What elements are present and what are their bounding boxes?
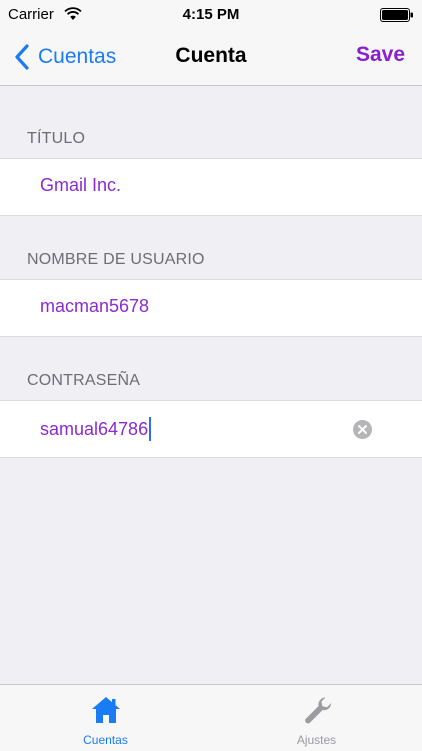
password-field[interactable]: samual64786 (0, 400, 422, 458)
password-field-value-wrap: samual64786 (40, 417, 152, 441)
status-time: 4:15 PM (182, 6, 240, 23)
clear-text-icon[interactable] (353, 420, 372, 439)
text-cursor (149, 417, 152, 441)
home-icon (91, 697, 120, 723)
title-field-value: Gmail Inc. (40, 175, 122, 195)
save-button[interactable]: Save (356, 43, 405, 67)
tab-cuentas[interactable]: Cuentas (0, 685, 211, 751)
section-header-username: NOMBRE DE USUARIO (27, 251, 205, 268)
back-button[interactable]: Cuentas (14, 40, 116, 74)
username-field[interactable]: macman5678 (0, 279, 422, 337)
back-button-label: Cuentas (38, 45, 117, 68)
tab-ajustes-label: Ajustes (296, 733, 337, 747)
battery-icon (380, 8, 413, 22)
chevron-left-icon (15, 44, 29, 70)
password-field-value: samual64786 (40, 418, 149, 439)
title-field[interactable]: Gmail Inc. (0, 158, 422, 216)
tab-cuentas-label: Cuentas (83, 733, 128, 747)
navigation-bar: Cuentas Cuenta Save (0, 30, 422, 86)
tab-bar: Cuentas Ajustes (0, 684, 422, 751)
status-bar: Carrier 4:15 PM (0, 0, 422, 30)
wrench-icon (304, 697, 331, 724)
section-header-title: TÍTULO (27, 130, 86, 147)
section-header-password: CONTRASEÑA (27, 372, 141, 389)
username-field-value: macman5678 (40, 296, 150, 316)
tab-ajustes[interactable]: Ajustes (211, 685, 422, 751)
